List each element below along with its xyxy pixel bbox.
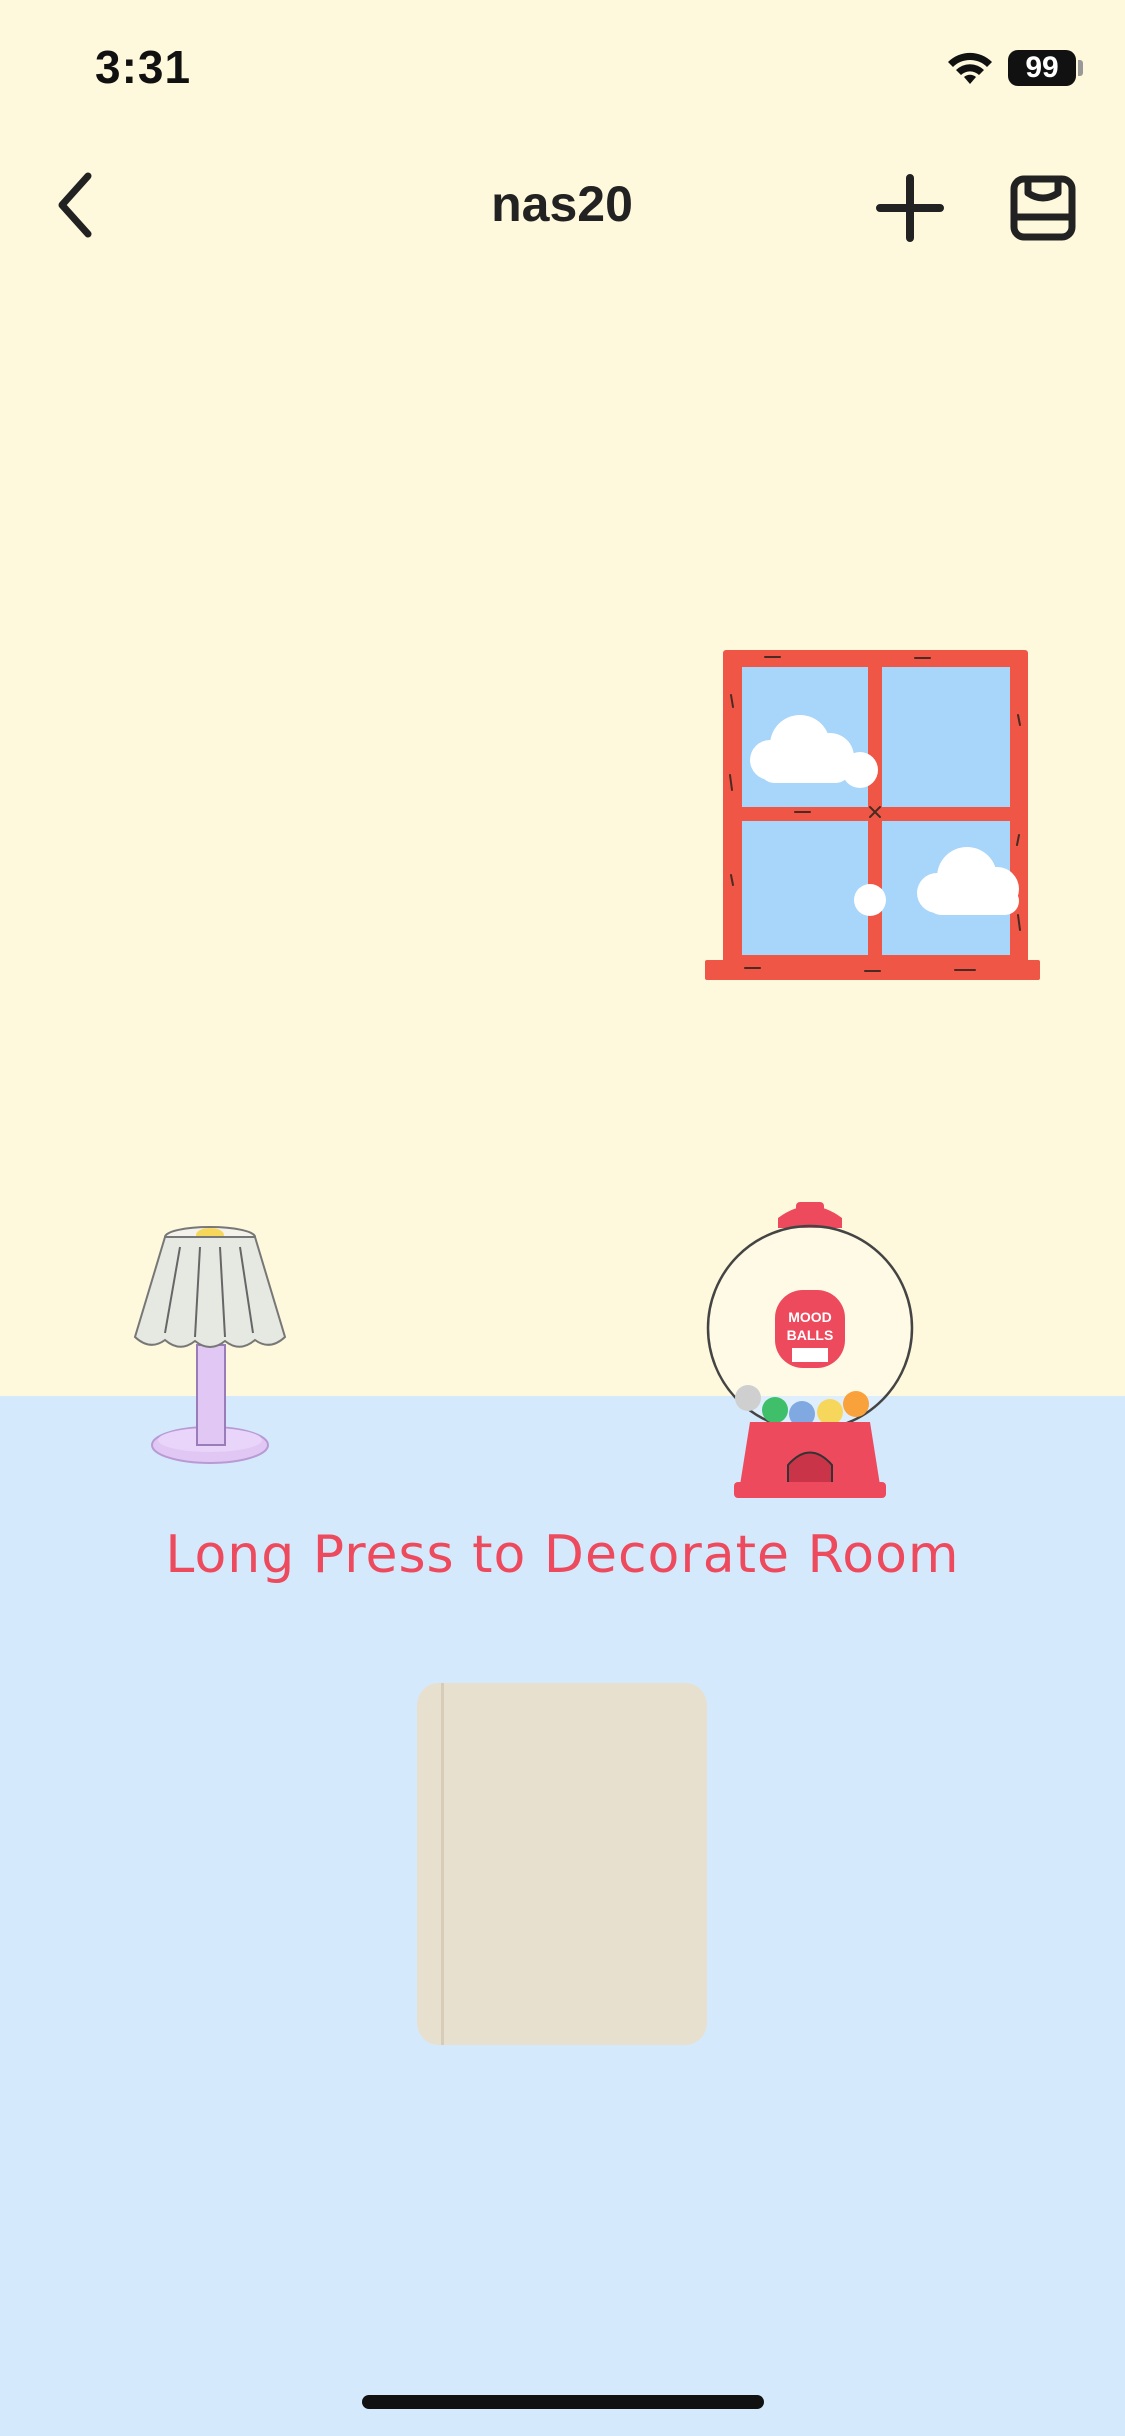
back-button[interactable]: [40, 165, 110, 245]
chevron-left-icon: [58, 172, 92, 238]
home-indicator[interactable]: [362, 2395, 764, 2409]
store-bag-icon: [1010, 175, 1075, 240]
diary-book[interactable]: [417, 1683, 707, 2045]
window-decoration[interactable]: [705, 645, 1040, 985]
svg-text:MOOD: MOOD: [788, 1309, 832, 1325]
status-time: 3:31: [95, 41, 192, 93]
battery-nub: [1078, 60, 1083, 76]
plus-icon: [876, 174, 944, 242]
decorate-hint: Long Press to Decorate Room: [165, 1525, 960, 1585]
lamp-decoration[interactable]: [125, 1225, 295, 1480]
add-button[interactable]: [870, 168, 950, 248]
room-screen: 3:31 99 nas20 MOOD BALLS Long Press to D…: [0, 0, 1125, 2436]
store-button[interactable]: [1000, 165, 1085, 250]
wifi-icon: [948, 52, 992, 84]
page-title: nas20: [491, 176, 633, 232]
battery-indicator: 99: [1008, 50, 1076, 86]
book-spine: [441, 1683, 444, 2045]
gumball-machine-decoration[interactable]: MOOD BALLS: [700, 1200, 920, 1510]
svg-text:BALLS: BALLS: [787, 1327, 834, 1343]
